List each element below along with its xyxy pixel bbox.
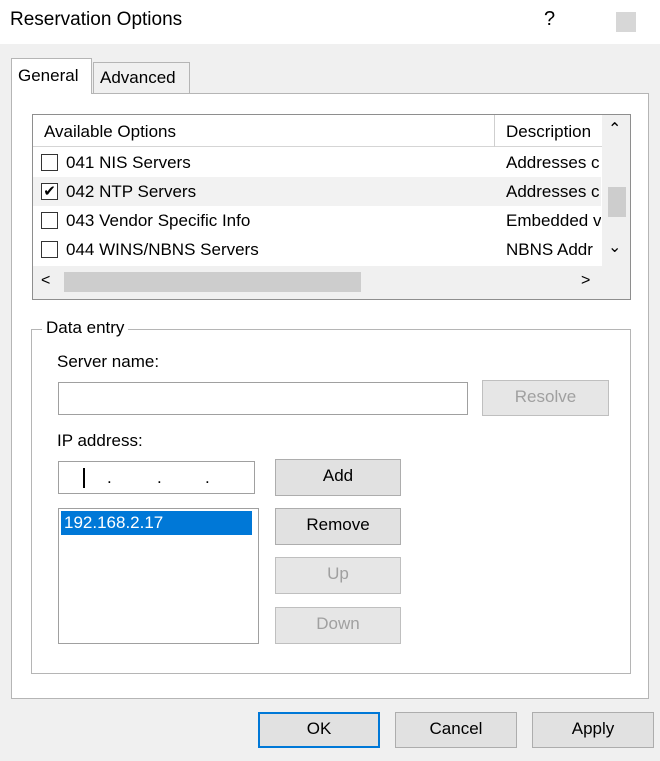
help-button[interactable]: ? — [544, 8, 555, 31]
option-row[interactable]: 041 NIS Servers Addresses c — [33, 148, 601, 177]
chevron-up-icon[interactable]: ⌃ — [608, 119, 621, 139]
cancel-button[interactable]: Cancel — [395, 712, 517, 748]
list-item-selected[interactable]: 192.168.2.17 — [61, 511, 252, 535]
ip-address-input[interactable]: . . . — [58, 461, 255, 494]
column-header-description[interactable]: Description — [496, 115, 602, 147]
option-checkbox[interactable] — [41, 154, 58, 171]
option-name: 044 WINS/NBNS Servers — [66, 240, 259, 259]
up-button[interactable]: Up — [275, 557, 401, 594]
add-button[interactable]: Add — [275, 459, 401, 496]
down-button[interactable]: Down — [275, 607, 401, 644]
option-description: Addresses c — [506, 182, 600, 201]
option-description: Embedded v — [506, 211, 601, 230]
ip-separator: . — [107, 468, 112, 487]
option-name: 042 NTP Servers — [66, 182, 197, 201]
window-title: Reservation Options — [10, 9, 183, 30]
chevron-right-icon[interactable]: > — [581, 272, 590, 290]
chevron-left-icon[interactable]: < — [41, 272, 50, 290]
tab-advanced[interactable]: Advanced — [93, 62, 190, 94]
option-row[interactable]: 044 WINS/NBNS Servers NBNS Addr — [33, 235, 601, 264]
option-checkbox[interactable] — [41, 212, 58, 229]
list-header: Available Options Description — [33, 115, 630, 147]
server-name-label: Server name: — [57, 352, 160, 371]
option-name: 043 Vendor Specific Info — [66, 211, 251, 230]
option-row[interactable]: 043 Vendor Specific Info Embedded v — [33, 206, 601, 235]
horizontal-scrollbar[interactable]: < > — [33, 266, 630, 299]
chevron-down-icon[interactable]: ⌄ — [608, 237, 621, 257]
ip-address-list[interactable]: 192.168.2.17 — [58, 508, 259, 644]
option-name: 041 NIS Servers — [66, 153, 191, 172]
vertical-scrollbar[interactable]: ⌃ ⌄ — [602, 115, 630, 266]
group-label: Data entry — [42, 318, 129, 338]
general-tab-panel: Available Options Description 041 NIS Se… — [11, 93, 649, 699]
close-icon[interactable] — [616, 12, 636, 32]
tab-general[interactable]: General — [11, 58, 92, 94]
data-entry-group: Data entry Server name: Resolve IP addre… — [31, 318, 631, 674]
available-options-list[interactable]: Available Options Description 041 NIS Se… — [32, 114, 631, 300]
text-caret — [83, 468, 85, 488]
resolve-button[interactable]: Resolve — [482, 380, 609, 416]
option-description: NBNS Addr — [506, 240, 593, 259]
option-checkbox[interactable] — [41, 241, 58, 258]
scrollbar-thumb[interactable] — [608, 187, 626, 217]
remove-button[interactable]: Remove — [275, 508, 401, 545]
dialog-client: General Advanced Available Options Descr… — [0, 44, 660, 761]
column-header-available-options[interactable]: Available Options — [33, 115, 495, 147]
option-description: Addresses c — [506, 153, 600, 172]
title-bar: Reservation Options ? — [0, 0, 660, 44]
option-checkbox-checked[interactable]: ✔ — [41, 183, 58, 200]
scrollbar-thumb[interactable] — [64, 272, 361, 292]
ip-separator: . — [205, 468, 210, 487]
ok-button[interactable]: OK — [258, 712, 380, 748]
server-name-input[interactable] — [58, 382, 468, 415]
apply-button[interactable]: Apply — [532, 712, 654, 748]
option-row[interactable]: ✔ 042 NTP Servers Addresses c — [33, 177, 601, 206]
ip-separator: . — [157, 468, 162, 487]
ip-address-label: IP address: — [57, 431, 143, 450]
